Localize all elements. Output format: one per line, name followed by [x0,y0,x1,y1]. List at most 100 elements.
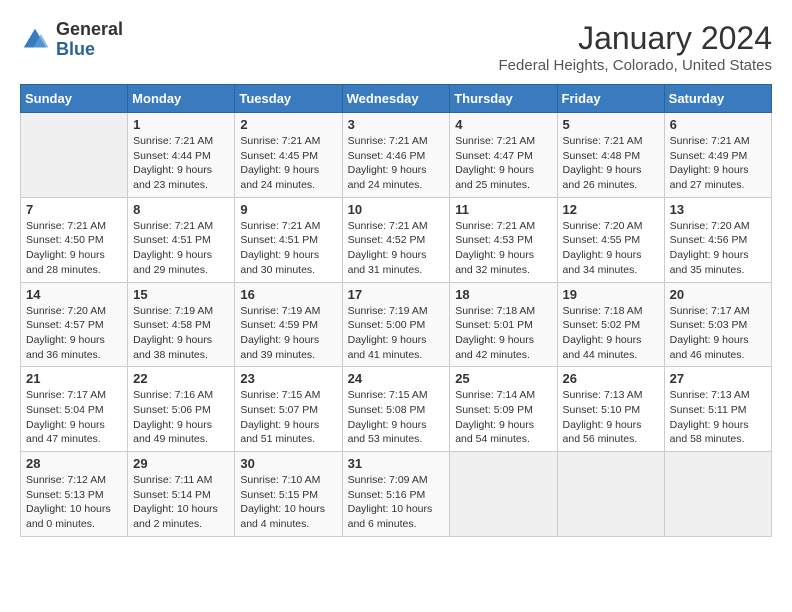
page-header: General Blue January 2024 Federal Height… [20,20,772,74]
day-info: Sunrise: 7:16 AMSunset: 5:06 PMDaylight:… [133,388,229,447]
calendar-cell: 28Sunrise: 7:12 AMSunset: 5:13 PMDayligh… [21,452,128,537]
logo: General Blue [20,20,123,60]
day-number: 10 [348,202,445,217]
calendar-cell: 21Sunrise: 7:17 AMSunset: 5:04 PMDayligh… [21,367,128,452]
weekday-header-row: SundayMondayTuesdayWednesdayThursdayFrid… [21,85,772,113]
weekday-header-thursday: Thursday [450,85,557,113]
logo-icon [20,25,50,55]
calendar-cell: 18 Sunrise: 7:18 AMSunset: 5:01 PMDayligh… [450,282,557,367]
calendar-cell: 15 Sunrise: 7:19 AMSunset: 4:58 PMDayligh… [128,282,235,367]
day-number: 27 [670,371,766,386]
day-number: 24 [348,371,445,386]
day-number: 19 [563,287,659,302]
calendar-cell: 6 Sunrise: 7:21 AMSunset: 4:49 PMDaylight… [664,113,771,198]
day-number: 30 [240,456,336,471]
calendar-title: January 2024 [499,20,772,57]
calendar-cell: 24 Sunrise: 7:15 AMSunset: 5:08 PMDayligh… [342,367,450,452]
day-info: Sunrise: 7:20 AMSunset: 4:55 PMDaylight:… [563,219,659,278]
weekday-header-monday: Monday [128,85,235,113]
day-number: 7 [26,202,122,217]
day-number: 21 [26,371,122,386]
day-info: Sunrise: 7:21 AMSunset: 4:44 PMDaylight:… [133,134,229,193]
day-info: Sunrise: 7:21 AMSunset: 4:49 PMDaylight:… [670,134,766,193]
calendar-cell: 5 Sunrise: 7:21 AMSunset: 4:48 PMDaylight… [557,113,664,198]
day-info: Sunrise: 7:15 AMSunset: 5:08 PMDaylight:… [348,388,445,447]
day-number: 18 [455,287,551,302]
day-info: Sunrise: 7:12 AMSunset: 5:13 PMDaylight:… [26,473,122,532]
calendar-week-row: 21Sunrise: 7:17 AMSunset: 5:04 PMDayligh… [21,367,772,452]
day-info: Sunrise: 7:10 AMSunset: 5:15 PMDaylight:… [240,473,336,532]
calendar-cell: 11Sunrise: 7:21 AMSunset: 4:53 PMDayligh… [450,197,557,282]
day-info: Sunrise: 7:18 AMSunset: 5:01 PMDaylight:… [455,304,551,363]
day-info: Sunrise: 7:17 AMSunset: 5:03 PMDaylight:… [670,304,766,363]
day-number: 4 [455,117,551,132]
calendar-cell: 7 Sunrise: 7:21 AMSunset: 4:50 PMDaylight… [21,197,128,282]
calendar-week-row: 14Sunrise: 7:20 AMSunset: 4:57 PMDayligh… [21,282,772,367]
weekday-header-sunday: Sunday [21,85,128,113]
day-number: 9 [240,202,336,217]
day-number: 16 [240,287,336,302]
weekday-header-saturday: Saturday [664,85,771,113]
day-number: 13 [670,202,766,217]
calendar-cell: 13 Sunrise: 7:20 AMSunset: 4:56 PMDayligh… [664,197,771,282]
calendar-cell: 2Sunrise: 7:21 AMSunset: 4:45 PMDaylight… [235,113,342,198]
calendar-cell [450,452,557,537]
calendar-cell: 3 Sunrise: 7:21 AMSunset: 4:46 PMDaylight… [342,113,450,198]
day-number: 23 [240,371,336,386]
day-number: 12 [563,202,659,217]
calendar-cell: 27Sunrise: 7:13 AMSunset: 5:11 PMDayligh… [664,367,771,452]
day-number: 1 [133,117,229,132]
calendar-cell: 14Sunrise: 7:20 AMSunset: 4:57 PMDayligh… [21,282,128,367]
calendar-cell: 20 Sunrise: 7:17 AMSunset: 5:03 PMDayligh… [664,282,771,367]
day-number: 17 [348,287,445,302]
calendar-cell [557,452,664,537]
day-info: Sunrise: 7:21 AMSunset: 4:48 PMDaylight:… [563,134,659,193]
day-info: Sunrise: 7:21 AMSunset: 4:50 PMDaylight:… [26,219,122,278]
calendar-body: 1 Sunrise: 7:21 AMSunset: 4:44 PMDaylight… [21,113,772,537]
calendar-cell: 30 Sunrise: 7:10 AMSunset: 5:15 PMDayligh… [235,452,342,537]
day-info: Sunrise: 7:09 AMSunset: 5:16 PMDaylight:… [348,473,445,532]
calendar-cell: 1 Sunrise: 7:21 AMSunset: 4:44 PMDaylight… [128,113,235,198]
day-number: 22 [133,371,229,386]
day-number: 20 [670,287,766,302]
weekday-header-wednesday: Wednesday [342,85,450,113]
calendar-cell: 9 Sunrise: 7:21 AMSunset: 4:51 PMDaylight… [235,197,342,282]
day-number: 6 [670,117,766,132]
day-info: Sunrise: 7:15 AMSunset: 5:07 PMDaylight:… [240,388,336,447]
day-info: Sunrise: 7:21 AMSunset: 4:51 PMDaylight:… [133,219,229,278]
calendar-cell: 25Sunrise: 7:14 AMSunset: 5:09 PMDayligh… [450,367,557,452]
day-number: 14 [26,287,122,302]
calendar-cell: 10 Sunrise: 7:21 AMSunset: 4:52 PMDayligh… [342,197,450,282]
logo-blue-text: Blue [56,40,123,60]
calendar-header: SundayMondayTuesdayWednesdayThursdayFrid… [21,85,772,113]
day-info: Sunrise: 7:11 AMSunset: 5:14 PMDaylight:… [133,473,229,532]
day-number: 8 [133,202,229,217]
day-info: Sunrise: 7:21 AMSunset: 4:47 PMDaylight:… [455,134,551,193]
day-info: Sunrise: 7:21 AMSunset: 4:46 PMDaylight:… [348,134,445,193]
calendar-cell: 23 Sunrise: 7:15 AMSunset: 5:07 PMDayligh… [235,367,342,452]
day-info: Sunrise: 7:21 AMSunset: 4:52 PMDaylight:… [348,219,445,278]
day-number: 3 [348,117,445,132]
calendar-cell [21,113,128,198]
day-number: 11 [455,202,551,217]
logo-general-text: General [56,20,123,40]
day-info: Sunrise: 7:21 AMSunset: 4:51 PMDaylight:… [240,219,336,278]
day-info: Sunrise: 7:18 AMSunset: 5:02 PMDaylight:… [563,304,659,363]
day-info: Sunrise: 7:13 AMSunset: 5:10 PMDaylight:… [563,388,659,447]
day-number: 31 [348,456,445,471]
calendar-week-row: 1 Sunrise: 7:21 AMSunset: 4:44 PMDaylight… [21,113,772,198]
day-number: 5 [563,117,659,132]
day-number: 2 [240,117,336,132]
title-section: January 2024 Federal Heights, Colorado, … [499,20,772,74]
calendar-cell: 16Sunrise: 7:19 AMSunset: 4:59 PMDayligh… [235,282,342,367]
day-info: Sunrise: 7:19 AMSunset: 4:58 PMDaylight:… [133,304,229,363]
day-info: Sunrise: 7:20 AMSunset: 4:56 PMDaylight:… [670,219,766,278]
day-info: Sunrise: 7:14 AMSunset: 5:09 PMDaylight:… [455,388,551,447]
calendar-cell: 4 Sunrise: 7:21 AMSunset: 4:47 PMDaylight… [450,113,557,198]
day-number: 15 [133,287,229,302]
calendar-cell: 8 Sunrise: 7:21 AMSunset: 4:51 PMDaylight… [128,197,235,282]
calendar-cell: 17Sunrise: 7:19 AMSunset: 5:00 PMDayligh… [342,282,450,367]
calendar-subtitle: Federal Heights, Colorado, United States [499,57,772,74]
calendar-cell: 22 Sunrise: 7:16 AMSunset: 5:06 PMDayligh… [128,367,235,452]
weekday-header-friday: Friday [557,85,664,113]
